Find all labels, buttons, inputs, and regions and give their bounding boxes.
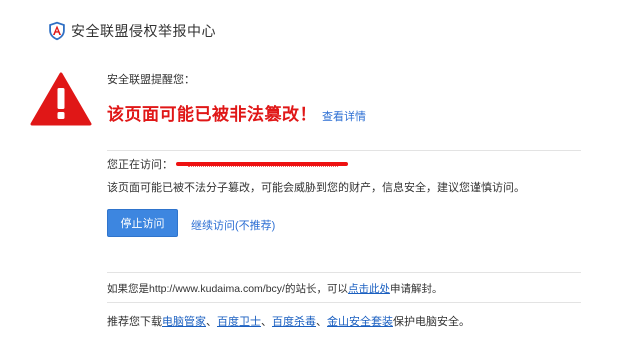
stop-visit-button[interactable]: 停止访问	[107, 209, 178, 237]
brand-title: 安全联盟侵权举报中心	[71, 23, 216, 39]
visiting-label: 您正在访问：	[107, 159, 173, 171]
header: 安全联盟侵权举报中心	[48, 20, 216, 42]
view-details-link[interactable]: 查看详情	[322, 108, 366, 124]
recommend-prefix: 推荐您下载	[107, 316, 162, 328]
redacted-url	[174, 158, 348, 170]
divider	[107, 302, 581, 303]
risk-description: 该页面可能已被不法分子篡改，可能会威胁到您的财产，信息安全，建议您谨慎访问。	[107, 182, 525, 194]
owner-prefix: 如果您是http://www.kudaima.com/bcy/的站长，可以	[107, 283, 348, 295]
click-here-link[interactable]: 点击此处	[348, 283, 390, 295]
recommend-software-row: 推荐您下载电脑管家、百度卫士、百度杀毒、金山安全套装保护电脑安全。	[107, 316, 470, 328]
baidu-guard-link[interactable]: 百度卫士	[217, 316, 261, 328]
warning-triangle-icon	[30, 72, 92, 126]
continue-visit-link[interactable]: 继续访问(不推荐)	[191, 217, 275, 233]
pc-manager-link[interactable]: 电脑管家	[162, 316, 206, 328]
warning-headline: 该页面可能已被非法篡改！	[107, 105, 317, 124]
site-owner-notice: 如果您是http://www.kudaima.com/bcy/的站长，可以点击此…	[107, 281, 442, 296]
warning-content: 安全联盟提醒您： 该页面可能已被非法篡改！ 查看详情 您正在访问： 该页面可能已…	[107, 72, 581, 328]
kingsoft-security-link[interactable]: 金山安全套装	[327, 316, 393, 328]
owner-suffix: 申请解封。	[389, 283, 443, 295]
baidu-antivirus-link[interactable]: 百度杀毒	[272, 316, 316, 328]
visiting-url-row: 您正在访问：	[107, 156, 348, 172]
shield-icon	[49, 21, 65, 41]
recommend-suffix: 保护电脑安全。	[393, 316, 470, 328]
divider	[107, 272, 581, 273]
headline-row: 该页面可能已被非法篡改！ 查看详情	[107, 100, 581, 125]
reminder-text: 安全联盟提醒您：	[107, 74, 195, 86]
security-warning-page: 安全联盟侵权举报中心 安全联盟提醒您： 该页面可能已被非法篡改！ 查看详情 您正…	[0, 0, 632, 354]
divider	[107, 150, 581, 151]
